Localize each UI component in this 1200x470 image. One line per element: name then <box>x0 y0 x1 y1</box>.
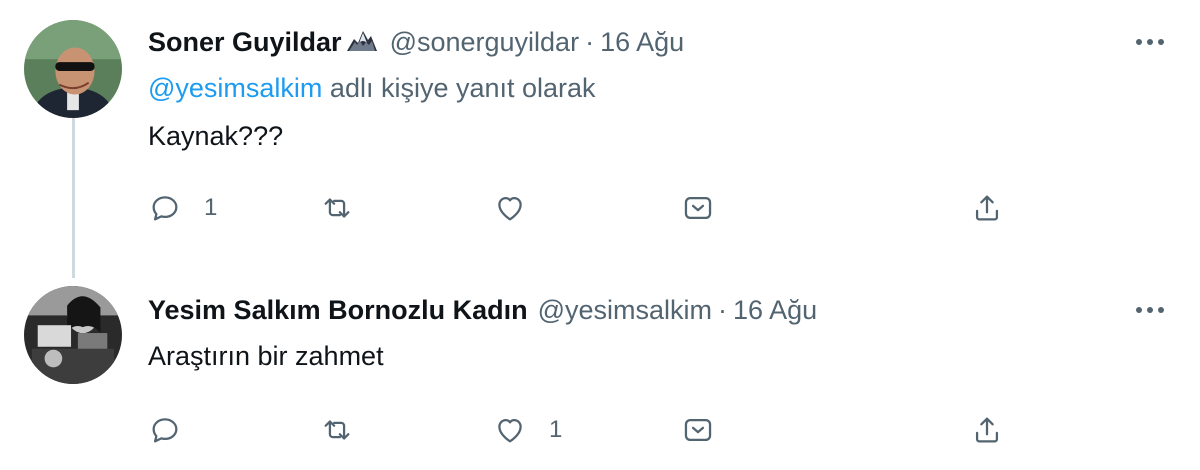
retweet-button[interactable] <box>320 408 376 452</box>
share-button[interactable] <box>970 408 1004 452</box>
eagle-icon <box>344 25 380 55</box>
retweet-icon <box>324 198 350 218</box>
avatar[interactable] <box>24 20 122 118</box>
tweet-header: Yesim Salkım Bornozlu Kadın @yesimsalkim ·… <box>148 292 817 328</box>
avatar-photo <box>24 20 122 118</box>
replying-to-mention-link[interactable]: @yesimsalkim <box>148 73 322 103</box>
heart-icon <box>498 418 522 443</box>
share-icon <box>975 417 999 443</box>
more-options-button[interactable] <box>1132 24 1168 60</box>
tweet-yesim[interactable]: Yesim Salkım Bornozlu Kadın @yesimsalkim ·… <box>0 278 1200 470</box>
replying-to-suffix: adlı kişiye yanıt olarak <box>322 73 596 103</box>
tweet-text: Araştırın bir zahmet <box>148 341 384 371</box>
bookmark-button[interactable] <box>681 186 715 230</box>
reply-count: 1 <box>204 194 218 221</box>
more-options-button[interactable] <box>1132 292 1168 328</box>
chevron-down-box-icon <box>684 196 712 220</box>
user-handle[interactable]: @sonerguyildar <box>390 27 580 57</box>
user-handle[interactable]: @yesimsalkim <box>538 295 712 325</box>
tweet-date[interactable]: 16 Ağu <box>600 27 684 57</box>
reply-button[interactable]: 1 <box>148 186 217 230</box>
like-count: 1 <box>549 416 563 443</box>
more-dots-icon <box>1136 39 1164 45</box>
chevron-down-box-icon <box>684 418 712 442</box>
separator-dot: · <box>718 295 728 325</box>
retweet-icon <box>324 420 350 440</box>
avatar-photo <box>24 286 122 384</box>
reply-icon <box>152 196 178 221</box>
avatar[interactable] <box>24 286 122 384</box>
tweet-date[interactable]: 16 Ağu <box>733 295 817 325</box>
retweet-button[interactable] <box>320 186 376 230</box>
action-bar: 1 <box>148 186 1018 230</box>
reply-icon <box>152 418 178 443</box>
display-name[interactable]: Yesim Salkım Bornozlu Kadın <box>148 295 528 325</box>
share-icon <box>975 195 999 221</box>
bookmark-button[interactable] <box>681 408 715 452</box>
like-button[interactable] <box>493 186 549 230</box>
tweet-text: Kaynak??? <box>148 121 284 151</box>
tweet-soner[interactable]: Soner Guyildar @sonerguyildar · 16 Ağu @yes… <box>0 0 1200 278</box>
more-dots-icon <box>1136 307 1164 313</box>
heart-icon <box>498 196 522 221</box>
reply-button[interactable] <box>148 408 204 452</box>
replying-to: @yesimsalkim adlı kişiye yanıt olarak <box>148 70 596 106</box>
separator-dot: · <box>585 27 595 57</box>
thread-connector-line <box>72 118 75 278</box>
tweet-header: Soner Guyildar @sonerguyildar · 16 Ağu <box>148 24 684 60</box>
action-bar: 1 <box>148 408 1018 452</box>
like-button[interactable]: 1 <box>493 408 562 452</box>
share-button[interactable] <box>970 186 1004 230</box>
display-name[interactable]: Soner Guyildar <box>148 27 342 57</box>
